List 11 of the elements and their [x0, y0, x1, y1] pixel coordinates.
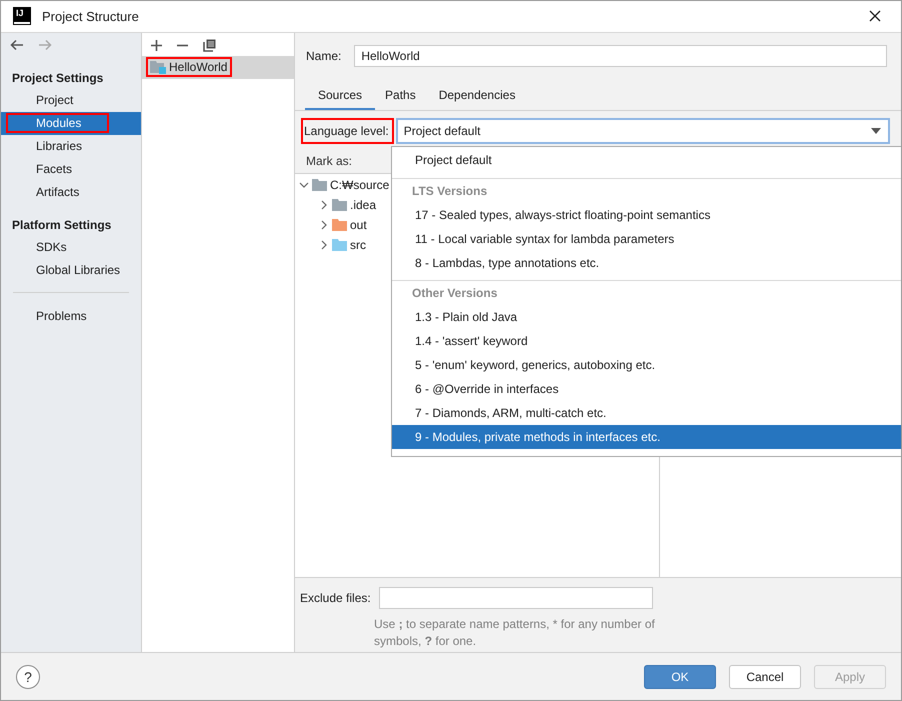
language-level-label: Language level: — [301, 118, 394, 144]
group-header: Other Versions — [411, 284, 498, 302]
section-header: Platform Settings — [11, 216, 112, 234]
name-label: Name: — [306, 48, 342, 63]
app-logo: IJ — [14, 8, 30, 24]
section-header: Project Settings — [11, 70, 104, 87]
group-header: LTS Versions — [411, 182, 488, 200]
hint-text: Use ; to separate name patterns, * for any number of symbols, ? for one. — [374, 616, 656, 650]
mark-as-label: Mark as: — [306, 154, 352, 168]
exclude-files-label: Exclude files: — [300, 590, 371, 605]
window-title: Project Structure — [42, 8, 139, 24]
